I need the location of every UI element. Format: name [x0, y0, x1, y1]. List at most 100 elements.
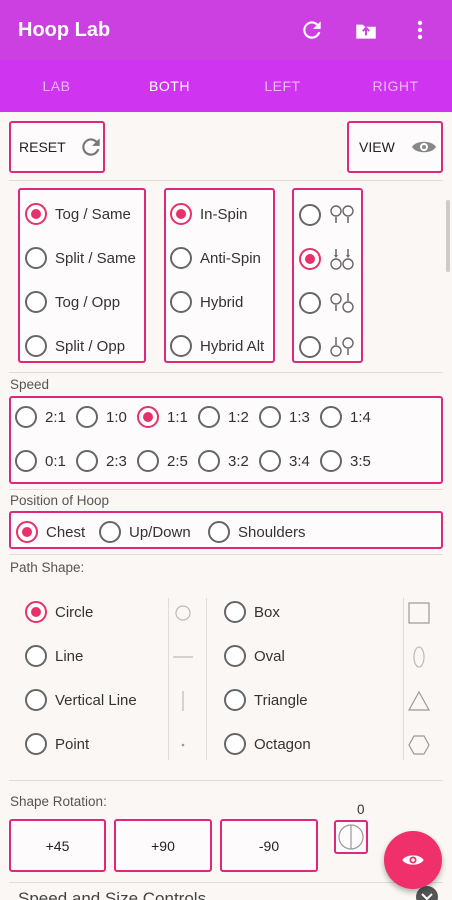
refresh-icon[interactable]: [298, 16, 326, 44]
shape-option-triangle[interactable]: Triangle: [224, 689, 308, 711]
shape-option-circle[interactable]: Circle: [25, 601, 93, 623]
hoops-icon: [330, 249, 354, 270]
speed-option[interactable]: 2:5: [137, 450, 188, 472]
speed-option[interactable]: 1:2: [198, 406, 249, 428]
option-label: 1:2: [228, 408, 249, 426]
radio-button[interactable]: [170, 335, 192, 357]
divider: [9, 180, 443, 181]
view-button[interactable]: VIEW: [347, 121, 443, 173]
speed-option[interactable]: 1:3: [259, 406, 310, 428]
option-label: 3:4: [289, 452, 310, 470]
option-label: Circle: [55, 603, 94, 621]
position-option-up-down[interactable]: Up/Down: [99, 521, 191, 543]
option-label: Shoulders: [238, 523, 306, 541]
view-fab-button[interactable]: [384, 831, 442, 889]
rotate-plus-90-button[interactable]: +90: [114, 819, 212, 872]
tab-both[interactable]: BOTH: [113, 60, 226, 112]
radio-button[interactable]: [170, 203, 192, 225]
speed-option[interactable]: 3:2: [198, 450, 249, 472]
radio-button[interactable]: [15, 406, 37, 428]
spin-option-anti-spin[interactable]: Anti-Spin: [170, 247, 261, 269]
tab-right[interactable]: RIGHT: [339, 60, 452, 112]
option-label: 3:5: [350, 452, 371, 470]
mode-option-tog-same[interactable]: Tog / Same: [25, 203, 131, 225]
radio-button[interactable]: [25, 203, 47, 225]
radio-button[interactable]: [16, 521, 38, 543]
radio-button[interactable]: [299, 204, 321, 226]
refresh-icon: [78, 134, 104, 160]
tab-lab[interactable]: LAB: [0, 60, 113, 112]
radio-button[interactable]: [137, 406, 159, 428]
shape-option-line[interactable]: Line: [25, 645, 83, 667]
radio-button[interactable]: [15, 450, 37, 472]
radio-button[interactable]: [25, 291, 47, 313]
orientation-option-3[interactable]: [299, 291, 355, 315]
radio-button[interactable]: [25, 247, 47, 269]
shape-option-octagon[interactable]: Octagon: [224, 733, 311, 755]
mode-option-split-same[interactable]: Split / Same: [25, 247, 136, 269]
radio-button[interactable]: [320, 406, 342, 428]
export-icon[interactable]: [352, 16, 380, 44]
shape-option-vertical-line[interactable]: Vertical Line: [25, 689, 137, 711]
speed-option[interactable]: 1:0: [76, 406, 127, 428]
shape-option-box[interactable]: Box: [224, 601, 280, 623]
option-label: 0:1: [45, 452, 66, 470]
radio-button[interactable]: [299, 292, 321, 314]
radio-button[interactable]: [299, 248, 321, 270]
rotate-plus-45-button[interactable]: +45: [9, 819, 106, 872]
radio-button[interactable]: [299, 336, 321, 358]
radio-button[interactable]: [259, 450, 281, 472]
divider: [9, 780, 443, 781]
spin-option-hybrid[interactable]: Hybrid: [170, 291, 243, 313]
spin-option-hybrid-alt[interactable]: Hybrid Alt: [170, 335, 264, 357]
speed-option[interactable]: 3:4: [259, 450, 310, 472]
shape-option-oval[interactable]: Oval: [224, 645, 285, 667]
reset-button[interactable]: RESET: [9, 121, 105, 173]
option-label: 1:4: [350, 408, 371, 426]
radio-button[interactable]: [208, 521, 230, 543]
scrollbar[interactable]: [446, 200, 450, 272]
hoops-icon: [330, 337, 354, 357]
radio-button[interactable]: [224, 601, 246, 623]
tab-left[interactable]: LEFT: [226, 60, 339, 112]
radio-button[interactable]: [224, 645, 246, 667]
mode-option-split-opp[interactable]: Split / Opp: [25, 335, 125, 357]
radio-button[interactable]: [99, 521, 121, 543]
position-option-chest[interactable]: Chest: [16, 521, 85, 543]
radio-button[interactable]: [76, 406, 98, 428]
radio-button[interactable]: [25, 335, 47, 357]
speed-option[interactable]: 2:1: [15, 406, 66, 428]
shape-option-point[interactable]: Point: [25, 733, 89, 755]
radio-button[interactable]: [137, 450, 159, 472]
option-label: Point: [55, 735, 90, 753]
rotation-value: 0: [357, 802, 365, 817]
oval-shape-icon: [407, 645, 431, 669]
speed-option[interactable]: 1:4: [320, 406, 371, 428]
radio-button[interactable]: [198, 450, 220, 472]
orientation-option-1[interactable]: [299, 203, 355, 227]
radio-button[interactable]: [170, 291, 192, 313]
speed-option[interactable]: 1:1: [137, 406, 188, 428]
speed-option[interactable]: 2:3: [76, 450, 127, 472]
radio-button[interactable]: [259, 406, 281, 428]
rotate-minus-90-button[interactable]: -90: [220, 819, 318, 872]
radio-button[interactable]: [170, 247, 192, 269]
speed-option[interactable]: 3:5: [320, 450, 371, 472]
speed-option[interactable]: 0:1: [15, 450, 66, 472]
orientation-option-4[interactable]: [299, 335, 355, 359]
mode-option-tog-opp[interactable]: Tog / Opp: [25, 291, 120, 313]
radio-button[interactable]: [25, 601, 47, 623]
radio-button[interactable]: [25, 645, 47, 667]
more-vert-icon[interactable]: [406, 16, 434, 44]
orientation-option-2[interactable]: [299, 247, 355, 271]
radio-button[interactable]: [224, 733, 246, 755]
position-option-shoulders[interactable]: Shoulders: [208, 521, 306, 543]
radio-button[interactable]: [25, 733, 47, 755]
spin-option-in-spin[interactable]: In-Spin: [170, 203, 248, 225]
option-label: Split / Same: [55, 249, 136, 267]
radio-button[interactable]: [198, 406, 220, 428]
radio-button[interactable]: [25, 689, 47, 711]
radio-button[interactable]: [320, 450, 342, 472]
radio-button[interactable]: [76, 450, 98, 472]
radio-button[interactable]: [224, 689, 246, 711]
